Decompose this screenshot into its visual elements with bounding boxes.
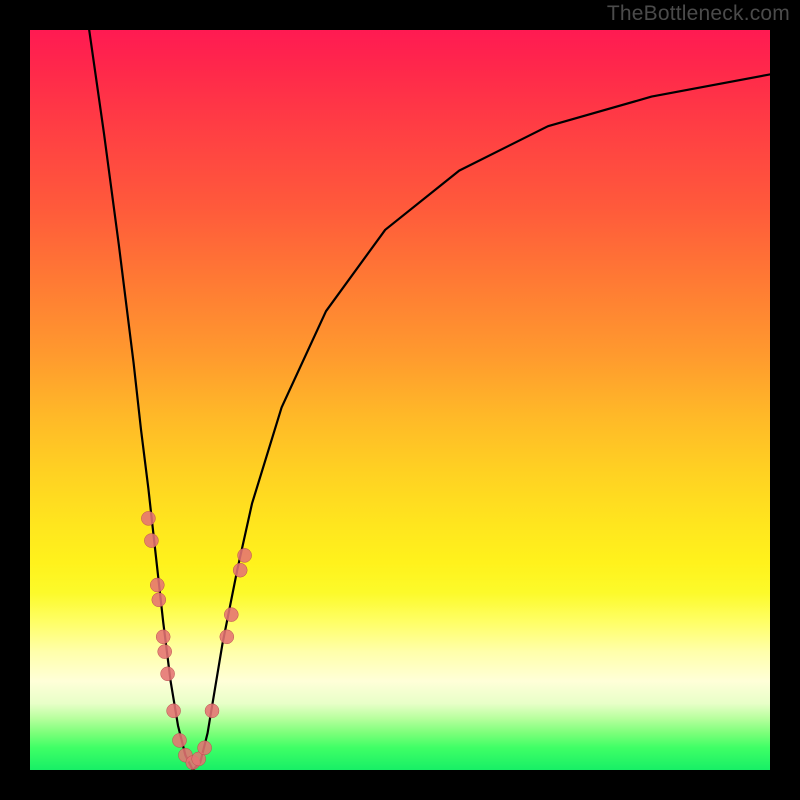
data-marker	[156, 630, 170, 644]
data-marker	[141, 511, 155, 525]
data-marker	[205, 704, 219, 718]
watermark-text: TheBottleneck.com	[607, 2, 790, 26]
data-marker	[192, 752, 206, 766]
data-marker	[220, 630, 234, 644]
bottleneck-curve	[89, 30, 770, 770]
data-marker	[150, 578, 164, 592]
data-marker	[158, 645, 172, 659]
data-marker	[198, 741, 212, 755]
data-marker	[178, 748, 192, 762]
data-marker	[238, 548, 252, 562]
data-marker	[173, 733, 187, 747]
data-marker	[167, 704, 181, 718]
curve-svg	[30, 30, 770, 770]
marker-group	[141, 511, 251, 769]
data-marker	[186, 756, 200, 770]
data-marker	[144, 534, 158, 548]
data-marker	[233, 563, 247, 577]
data-marker	[161, 667, 175, 681]
plot-area	[30, 30, 770, 770]
data-marker	[224, 608, 238, 622]
chart-stage: TheBottleneck.com	[0, 0, 800, 800]
data-marker	[152, 593, 166, 607]
